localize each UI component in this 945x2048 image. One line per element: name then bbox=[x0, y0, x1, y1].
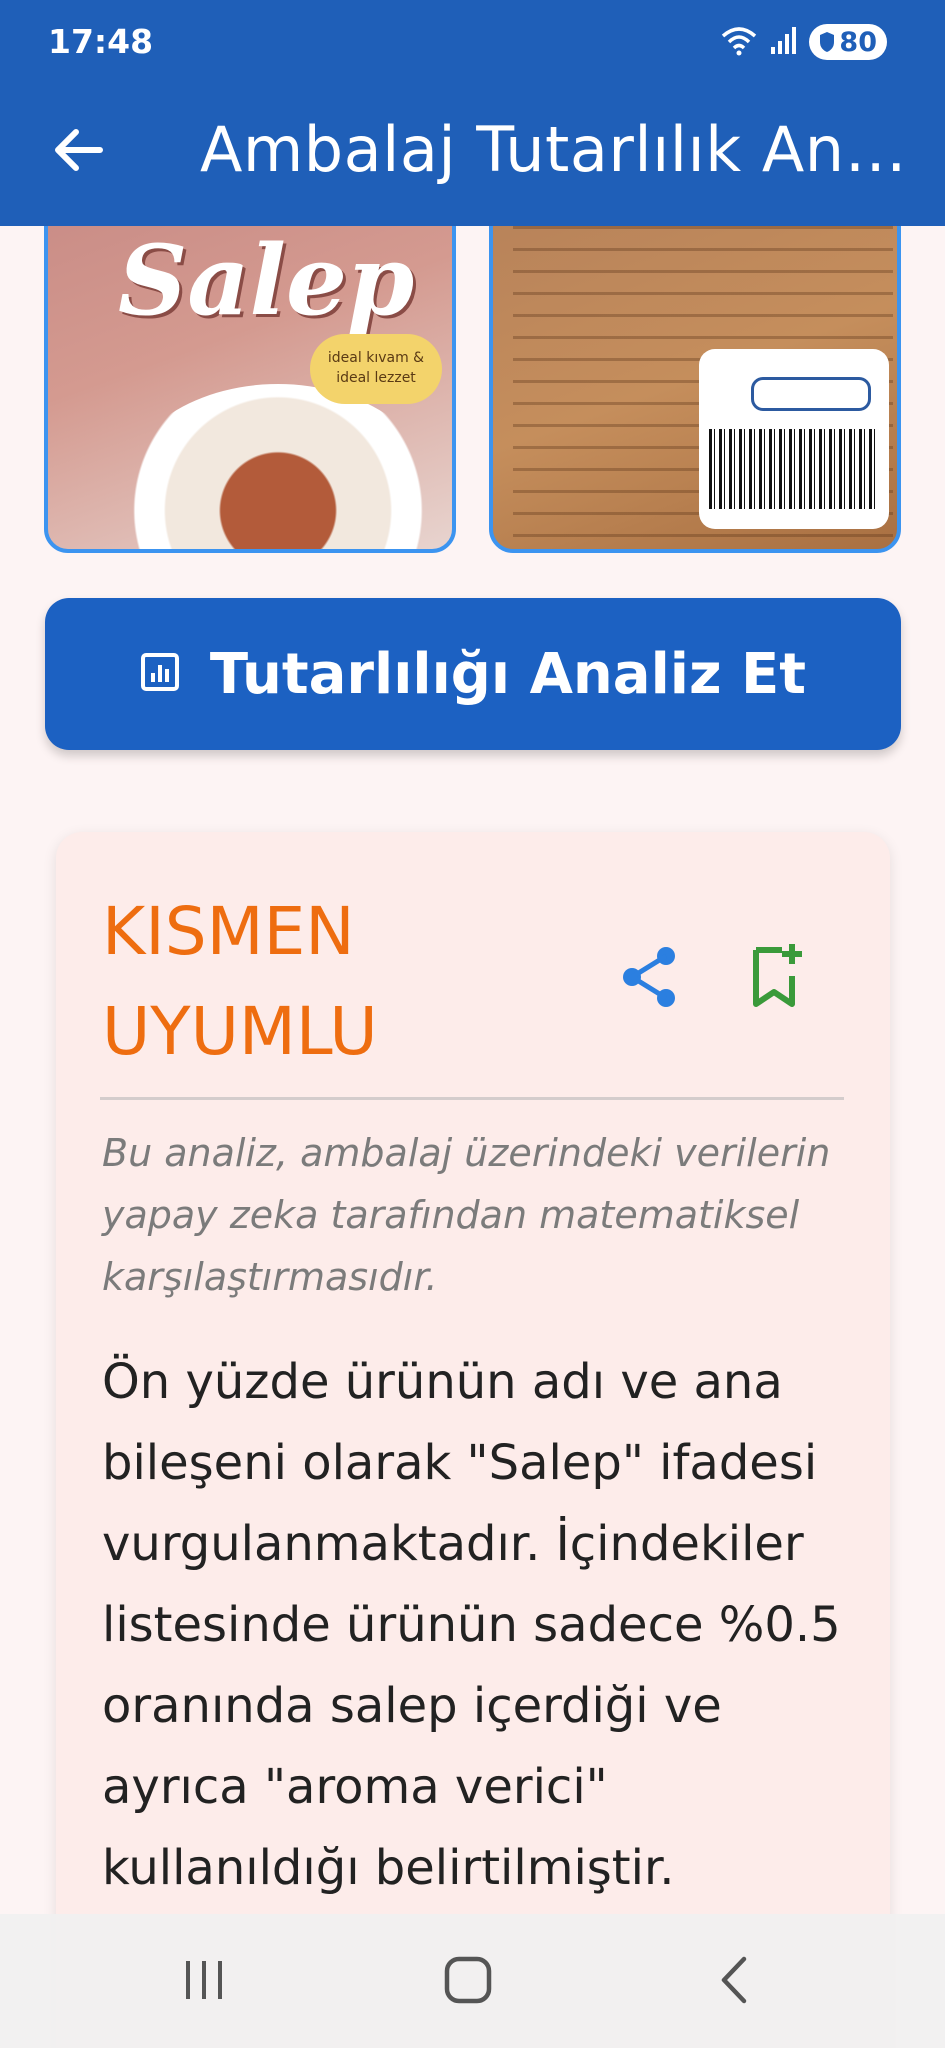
result-card: KISMEN UYUMLU Bu analiz, ambalaj üzerind… bbox=[56, 832, 890, 2048]
salep-cup-image bbox=[118, 384, 438, 549]
battery-icon: 80 bbox=[809, 24, 887, 60]
chevron-left-icon bbox=[714, 1955, 754, 2009]
share-button[interactable] bbox=[616, 942, 686, 1012]
home-icon bbox=[443, 1955, 493, 2009]
system-nav-bar bbox=[0, 1914, 945, 2048]
result-description: Ön yüzde ürünün adı ve ana bileşeni olar… bbox=[102, 1354, 841, 1896]
back-nav-button[interactable] bbox=[694, 1942, 774, 2022]
back-package-image[interactable] bbox=[489, 200, 901, 553]
status-icons: 80 bbox=[719, 24, 887, 60]
analyze-button[interactable]: Tutarlılığı Analiz Et bbox=[45, 598, 901, 750]
page-title: Ambalaj Tutarlılık Ana... bbox=[200, 113, 910, 186]
package-badge: ideal kıvam & ideal lezzet bbox=[310, 334, 442, 404]
back-button[interactable] bbox=[44, 118, 112, 186]
verdict-title: KISMEN UYUMLU bbox=[102, 893, 378, 1070]
home-button[interactable] bbox=[428, 1942, 508, 2022]
wifi-icon bbox=[719, 24, 759, 60]
status-time: 17:48 bbox=[48, 22, 154, 61]
recent-apps-button[interactable] bbox=[164, 1942, 244, 2022]
share-icon bbox=[616, 947, 686, 1016]
barcode-image bbox=[709, 429, 879, 509]
analytics-icon bbox=[140, 652, 180, 696]
ai-disclaimer: Bu analiz, ambalaj üzerindeki verilerin … bbox=[102, 1131, 831, 1299]
bookmark-button[interactable] bbox=[746, 942, 816, 1012]
arrow-back-icon bbox=[52, 128, 104, 176]
divider bbox=[100, 1097, 844, 1100]
package-brand-text: Salep bbox=[118, 224, 415, 337]
signal-icon bbox=[769, 25, 799, 59]
analyze-button-label: Tutarlılığı Analiz Et bbox=[209, 641, 807, 707]
app-bar: 17:48 80 Ambalaj Tutarlılık Ana... bbox=[0, 0, 945, 226]
front-package-image[interactable]: Salep ideal kıvam & ideal lezzet bbox=[44, 200, 456, 553]
bookmark-add-icon bbox=[746, 944, 806, 1016]
battery-level: 80 bbox=[839, 26, 877, 58]
recent-apps-icon bbox=[181, 1957, 227, 2007]
barcode-logo bbox=[751, 377, 871, 411]
